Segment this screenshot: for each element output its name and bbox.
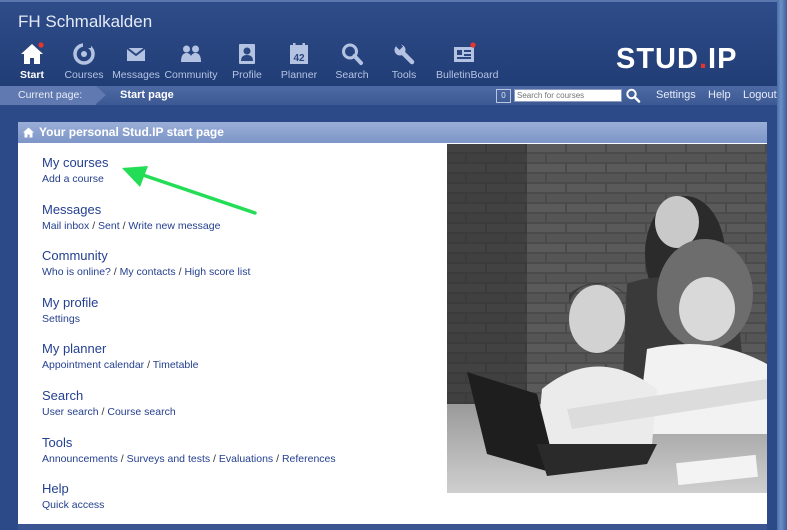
surveys-link[interactable]: Surveys and tests [127, 453, 210, 465]
wrench-icon [394, 42, 415, 65]
timetable-link[interactable]: Timetable [153, 359, 199, 371]
header-bar: FH Schmalkalden Start Courses Messages C… [0, 0, 777, 86]
quick-access-link[interactable]: Quick access [42, 499, 104, 511]
nav-label-search: Search [335, 69, 369, 81]
panel-title: Your personal Stud.IP start page [39, 125, 224, 139]
nav-tools[interactable]: Tools [376, 42, 432, 81]
breadcrumb-arrow [96, 86, 106, 104]
section-help: Help Quick access [42, 480, 442, 527]
search-link[interactable]: Search [42, 387, 442, 404]
nav-messages[interactable]: Messages [108, 42, 164, 81]
annotation-arrow-icon [122, 166, 257, 215]
search-submit-icon[interactable] [625, 88, 641, 103]
home-icon [23, 127, 34, 138]
section-community: Community Who is online? / My contacts /… [42, 247, 442, 294]
community-icon [181, 45, 201, 62]
high-score-link[interactable]: High score list [184, 266, 250, 278]
panel-bottom-bar [18, 524, 767, 530]
references-link[interactable]: References [282, 453, 336, 465]
nav-label-bulletinboard: BulletinBoard [436, 69, 499, 81]
course-search-link[interactable]: Course search [107, 406, 175, 418]
write-message-link[interactable]: Write new message [128, 220, 220, 232]
nav-community[interactable]: Community [163, 42, 219, 81]
nav-profile[interactable]: Profile [219, 42, 275, 81]
nav-bulletinboard[interactable]: BulletinBoard [436, 42, 499, 81]
notification-dot [470, 42, 476, 48]
mail-inbox-link[interactable]: Mail inbox [42, 220, 89, 232]
nav-label-community: Community [164, 69, 218, 81]
nav-planner[interactable]: 42 Planner [271, 42, 327, 81]
breadcrumb-bar: Current page: Start page 0 Settings Help… [0, 86, 777, 105]
window-top-edge [0, 0, 777, 2]
mail-icon [126, 47, 146, 61]
calendar-day: 42 [293, 53, 305, 64]
breadcrumb-label: Current page: [0, 86, 96, 105]
evaluations-link[interactable]: Evaluations [219, 453, 273, 465]
help-link[interactable]: Help [708, 86, 731, 105]
logout-link[interactable]: Logout [743, 86, 777, 105]
nav-search[interactable]: Search [324, 42, 380, 81]
appointment-calendar-link[interactable]: Appointment calendar [42, 359, 144, 371]
my-planner-link[interactable]: My planner [42, 340, 442, 357]
window-right-edge [777, 0, 787, 530]
section-search: Search User search / Course search [42, 387, 442, 434]
add-course-link[interactable]: Add a course [42, 173, 104, 185]
breadcrumb-current: Start page [120, 89, 174, 101]
count-badge[interactable]: 0 [496, 89, 511, 103]
nav-label-profile: Profile [232, 69, 262, 81]
section-my-planner: My planner Appointment calendar / Timeta… [42, 340, 442, 387]
settings-link[interactable]: Settings [656, 86, 696, 105]
nav-start[interactable]: Start [4, 42, 60, 81]
who-is-online-link[interactable]: Who is online? [42, 266, 111, 278]
search-icon [342, 43, 363, 65]
studip-logo[interactable]: STUD.IP [616, 43, 737, 76]
community-link[interactable]: Community [42, 247, 442, 264]
section-my-profile: My profile Settings [42, 294, 442, 341]
nav-label-start: Start [20, 69, 44, 81]
course-search-input[interactable] [514, 89, 622, 102]
courses-icon [73, 42, 95, 65]
calendar-icon: 42 [290, 43, 308, 64]
profile-icon [239, 44, 255, 64]
notification-dot [38, 42, 44, 48]
help-section-link[interactable]: Help [42, 480, 442, 497]
my-contacts-link[interactable]: My contacts [120, 266, 176, 278]
nav-label-messages: Messages [112, 69, 160, 81]
sent-link[interactable]: Sent [98, 220, 120, 232]
section-tools: Tools Announcements / Surveys and tests … [42, 434, 442, 481]
tools-link[interactable]: Tools [42, 434, 442, 451]
my-profile-link[interactable]: My profile [42, 294, 442, 311]
nav-label-tools: Tools [391, 69, 417, 81]
nav-label-courses: Courses [64, 69, 104, 81]
bulletin-icon [454, 42, 476, 62]
students-photo [447, 144, 767, 493]
profile-settings-link[interactable]: Settings [42, 313, 80, 325]
home-icon [21, 42, 44, 64]
students-photo-illustration [447, 144, 767, 493]
nav-courses[interactable]: Courses [56, 42, 112, 81]
user-search-link[interactable]: User search [42, 406, 99, 418]
announcements-link[interactable]: Announcements [42, 453, 118, 465]
panel-header: Your personal Stud.IP start page [18, 122, 767, 143]
site-name: FH Schmalkalden [18, 12, 153, 31]
nav-label-planner: Planner [280, 69, 318, 81]
